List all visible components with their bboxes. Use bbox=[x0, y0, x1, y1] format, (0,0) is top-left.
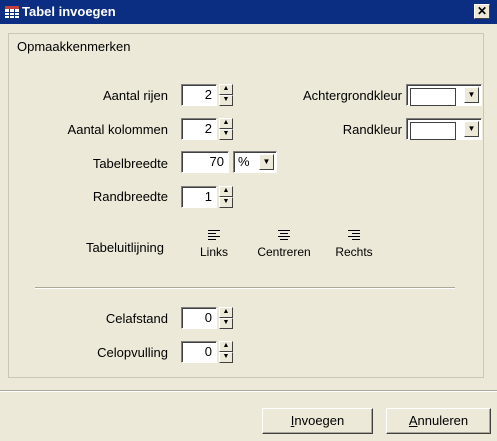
width-unit-value: % bbox=[238, 154, 250, 169]
cancel-button[interactable]: Annuleren bbox=[386, 408, 491, 434]
background-color-label: Achtergrondkleur bbox=[303, 88, 402, 103]
columns-label: Aantal kolommen bbox=[67, 122, 168, 137]
width-label: Tabelbreedte bbox=[92, 156, 168, 171]
align-left-icon bbox=[208, 230, 220, 240]
columns-input[interactable]: 2 bbox=[181, 118, 217, 140]
align-center-icon bbox=[278, 230, 290, 240]
chevron-down-icon[interactable]: ▼ bbox=[464, 121, 479, 137]
align-right-label: Rechts bbox=[335, 245, 373, 259]
group-legend: Opmaakkenmerken bbox=[15, 39, 133, 54]
spin-up-icon[interactable]: ▲ bbox=[219, 118, 233, 129]
border-color-picker[interactable]: ▼ bbox=[406, 118, 482, 140]
align-left-label: Links bbox=[199, 245, 228, 259]
align-center-button[interactable]: Centreren bbox=[250, 229, 318, 265]
insert-label: nvoegen bbox=[294, 413, 345, 428]
border-width-input[interactable]: 1 bbox=[181, 186, 217, 208]
align-center-label: Centreren bbox=[257, 245, 311, 259]
table-icon bbox=[5, 6, 19, 18]
insert-button[interactable]: Invoegen bbox=[262, 408, 373, 434]
border-width-label: Randbreedte bbox=[92, 189, 168, 204]
section-divider bbox=[35, 287, 455, 289]
cellpadding-spinner[interactable]: ▲ ▼ bbox=[219, 341, 233, 363]
spin-down-icon[interactable]: ▼ bbox=[219, 318, 233, 329]
cellpadding-input[interactable]: 0 bbox=[181, 341, 217, 363]
spin-up-icon[interactable]: ▲ bbox=[219, 307, 233, 318]
border-color-swatch bbox=[410, 122, 456, 140]
chevron-down-icon[interactable]: ▼ bbox=[259, 154, 274, 170]
align-right-button[interactable]: Rechts bbox=[328, 229, 380, 265]
spin-down-icon[interactable]: ▼ bbox=[219, 197, 233, 208]
width-input[interactable]: 70 bbox=[181, 151, 229, 173]
background-color-picker[interactable]: ▼ bbox=[406, 84, 482, 106]
columns-spinner[interactable]: ▲ ▼ bbox=[219, 118, 233, 140]
border-width-spinner[interactable]: ▲ ▼ bbox=[219, 186, 233, 208]
cancel-label: nnuleren bbox=[417, 413, 469, 428]
footer-divider bbox=[0, 390, 497, 392]
background-color-swatch bbox=[410, 88, 456, 106]
align-left-button[interactable]: Links bbox=[191, 229, 237, 265]
alignment-label: Tabeluitlijning bbox=[85, 240, 164, 255]
spin-down-icon[interactable]: ▼ bbox=[219, 95, 233, 106]
close-icon: ✕ bbox=[476, 4, 488, 18]
width-unit-select[interactable]: % ▼ bbox=[233, 151, 277, 173]
cellpadding-label: Celopvulling bbox=[97, 345, 168, 360]
spin-up-icon[interactable]: ▲ bbox=[219, 341, 233, 352]
spin-up-icon[interactable]: ▲ bbox=[219, 186, 233, 197]
spin-up-icon[interactable]: ▲ bbox=[219, 84, 233, 95]
cellspacing-label: Celafstand bbox=[105, 311, 168, 326]
window-title: Tabel invoegen bbox=[22, 4, 116, 19]
spin-down-icon[interactable]: ▼ bbox=[219, 129, 233, 140]
dialog-body bbox=[0, 24, 497, 389]
cellspacing-spinner[interactable]: ▲ ▼ bbox=[219, 307, 233, 329]
cellspacing-input[interactable]: 0 bbox=[181, 307, 217, 329]
spin-down-icon[interactable]: ▼ bbox=[219, 352, 233, 363]
close-button[interactable]: ✕ bbox=[474, 4, 490, 19]
align-right-icon bbox=[348, 230, 360, 240]
rows-input[interactable]: 2 bbox=[181, 84, 217, 106]
border-color-label: Randkleur bbox=[342, 122, 402, 137]
rows-spinner[interactable]: ▲ ▼ bbox=[219, 84, 233, 106]
rows-label: Aantal rijen bbox=[102, 88, 168, 103]
title-bar[interactable]: Tabel invoegen ✕ bbox=[0, 0, 497, 24]
cancel-accel: A bbox=[408, 413, 418, 428]
chevron-down-icon[interactable]: ▼ bbox=[464, 87, 479, 103]
